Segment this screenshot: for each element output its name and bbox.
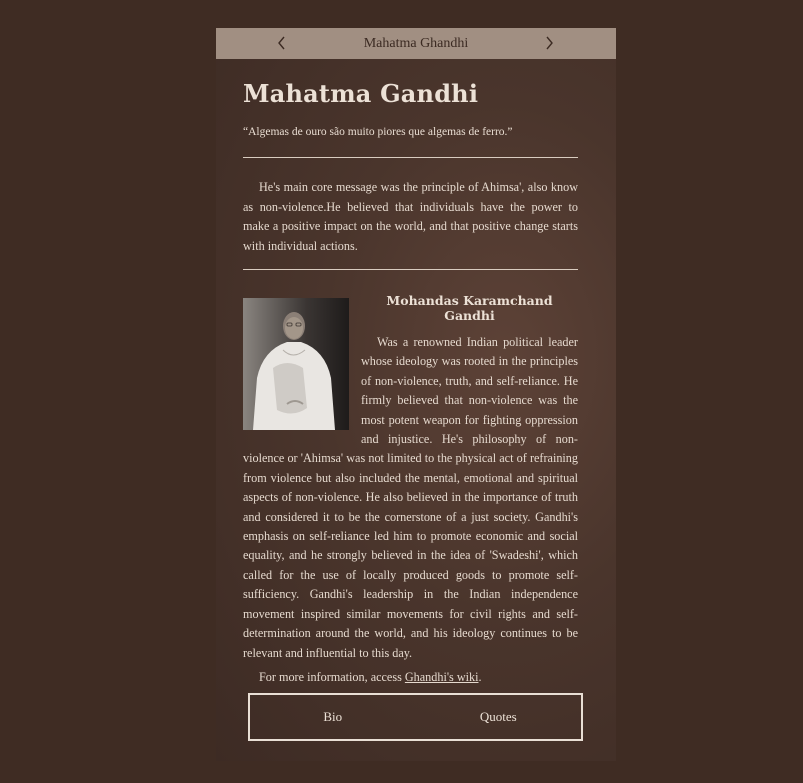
tab-bar: Bio Quotes xyxy=(248,693,583,741)
more-info-suffix: . xyxy=(478,669,482,684)
page-title: Mahatma Gandhi xyxy=(243,79,479,108)
intro-paragraph: He's main core message was the principle… xyxy=(243,180,578,253)
chevron-left-icon[interactable] xyxy=(275,33,289,53)
chevron-right-icon[interactable] xyxy=(542,33,556,53)
tab-bio[interactable]: Bio xyxy=(250,695,416,739)
divider xyxy=(243,269,578,270)
wiki-link[interactable]: Ghandhi's wiki xyxy=(405,670,479,684)
bio-section: Mohandas Karamchand Gandhi Was a renowne… xyxy=(243,293,578,685)
more-info-prefix: For more information, access xyxy=(259,669,405,684)
gandhi-portrait-image xyxy=(243,298,349,430)
nav-title: Mahatma Ghandhi xyxy=(363,35,469,51)
more-info-text: For more information, access Ghandhi's w… xyxy=(243,670,578,685)
tab-quotes[interactable]: Quotes xyxy=(416,695,582,739)
content-card: Mahatma Ghandhi Mahatma Gandhi “Algemas … xyxy=(216,28,616,761)
top-nav-bar: Mahatma Ghandhi xyxy=(216,28,616,59)
divider xyxy=(243,157,578,158)
quote-text: “Algemas de ouro são muito piores que al… xyxy=(243,126,513,138)
